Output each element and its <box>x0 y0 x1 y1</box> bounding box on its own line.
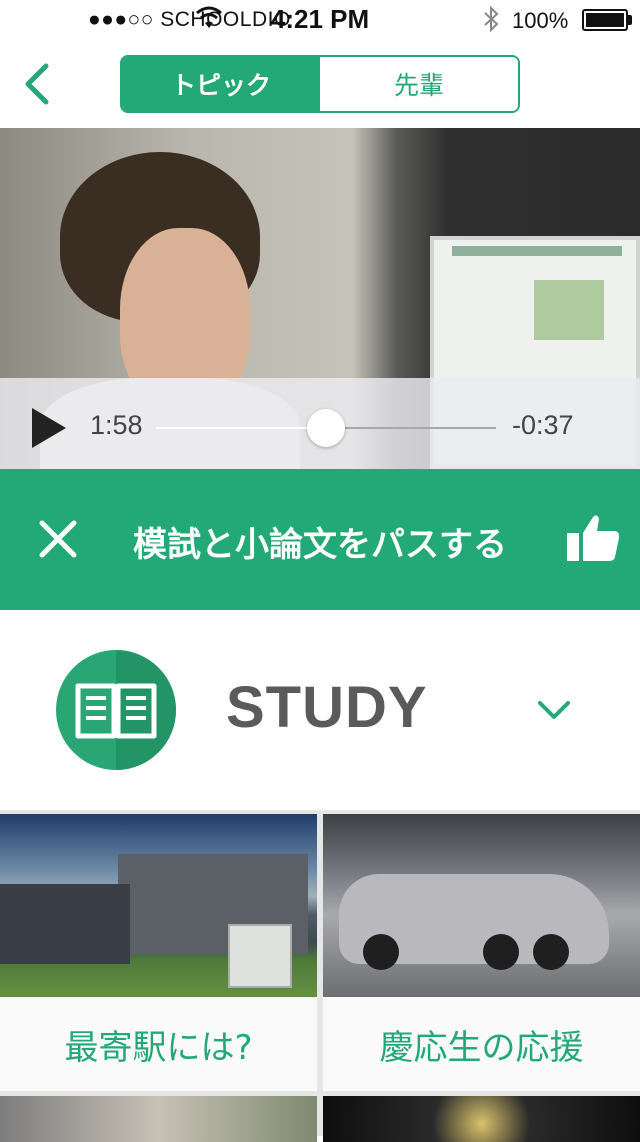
chevron-down-icon[interactable] <box>536 698 572 722</box>
topic-grid: 最寄駅には? 慶応生の応援 <box>0 810 640 1142</box>
remaining-time: -0:37 <box>512 410 574 440</box>
video-player[interactable]: 1:58 -0:37 <box>0 128 640 469</box>
nav-bar: トピック 先輩 <box>0 40 640 128</box>
category-row[interactable]: STUDY <box>0 610 640 810</box>
topic-bar: 模試と小論文をパスする <box>0 469 640 610</box>
status-bar: ●●●○○ SCHOOLDIO 4:21 PM 100% <box>0 0 640 40</box>
current-time: 1:58 <box>90 410 143 440</box>
category-label: STUDY <box>226 675 428 740</box>
scrubber-fill <box>156 427 326 429</box>
battery-icon <box>582 9 628 31</box>
tab-senpai[interactable]: 先輩 <box>320 57 518 111</box>
thumbs-up-icon[interactable] <box>565 511 621 563</box>
grid-tile[interactable]: 慶応生の応援 <box>323 814 640 1091</box>
tile-label: 最寄駅には? <box>0 997 317 1091</box>
topic-title: 模試と小論文をパスする <box>133 525 507 565</box>
bluetooth-icon <box>484 6 499 32</box>
scrubber-thumb[interactable] <box>307 409 345 447</box>
open-book-icon <box>56 650 176 770</box>
battery-tip <box>628 15 632 25</box>
grid-tile-partial[interactable] <box>0 1096 317 1142</box>
grid-tile[interactable]: 最寄駅には? <box>0 814 317 1091</box>
tile-label: 慶応生の応援 <box>323 997 640 1091</box>
grid-tile-partial[interactable] <box>323 1096 640 1142</box>
back-chevron-icon[interactable] <box>18 60 58 108</box>
tile-image-station <box>0 814 317 997</box>
battery-percent: 100% <box>512 8 569 33</box>
close-icon[interactable] <box>36 517 80 561</box>
tab-topic[interactable]: トピック <box>122 57 320 111</box>
segmented-control: トピック 先輩 <box>120 55 520 113</box>
tile-image-car <box>323 814 640 997</box>
video-controls: 1:58 -0:37 <box>0 378 640 469</box>
play-icon[interactable] <box>32 408 66 448</box>
